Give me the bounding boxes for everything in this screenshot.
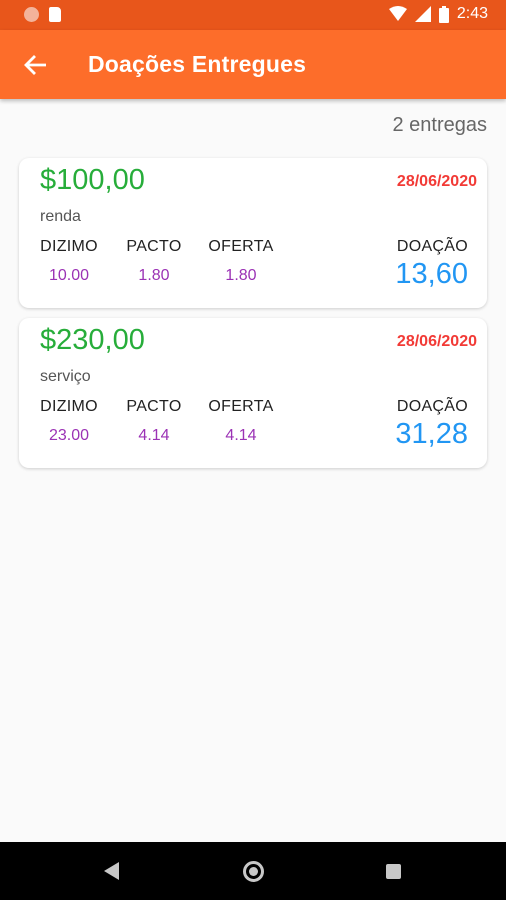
oferta-value: 4.14 (225, 427, 257, 444)
deliveries-count: 2 entregas (392, 114, 487, 136)
status-bar: 2:43 (0, 0, 506, 30)
oferta-value: 1.80 (225, 267, 257, 284)
notification-dot-icon (24, 7, 39, 22)
pacto-value: 4.14 (138, 427, 170, 444)
donation-date: 28/06/2020 (396, 333, 477, 350)
pacto-column: PACTO 4.14 (126, 398, 182, 445)
nav-back-icon[interactable] (104, 862, 119, 880)
donation-category: serviço (40, 368, 91, 385)
doacao-value: 31,28 (395, 418, 468, 450)
system-nav-bar (0, 842, 506, 900)
pacto-value: 1.80 (138, 267, 170, 284)
status-time: 2:43 (456, 5, 488, 22)
page-title: Doações Entregues (88, 51, 307, 77)
doacao-column: DOAÇÃO 31,28 (395, 398, 468, 451)
donation-amount: $230,00 (40, 324, 145, 356)
donation-category: renda (40, 208, 81, 225)
oferta-column: OFERTA 4.14 (208, 398, 274, 445)
donation-card[interactable]: $230,00 28/06/2020 serviço DIZIMO 23.00 … (19, 318, 487, 468)
dizimo-value: 10.00 (48, 267, 90, 284)
dizimo-label: DIZIMO (40, 398, 98, 415)
pacto-column: PACTO 1.80 (126, 238, 182, 285)
dizimo-column: DIZIMO 23.00 (40, 398, 98, 445)
battery-icon (438, 5, 449, 23)
nav-home-icon[interactable] (243, 861, 264, 882)
doacao-label: DOAÇÃO (396, 238, 468, 255)
signal-icon (414, 6, 431, 22)
pacto-label: PACTO (126, 238, 182, 255)
app-bar: Doações Entregues (0, 30, 506, 99)
doacao-column: DOAÇÃO 13,60 (395, 238, 468, 291)
oferta-label: OFERTA (208, 238, 274, 255)
oferta-label: OFERTA (208, 398, 274, 415)
wifi-icon (388, 6, 407, 21)
donation-amount: $100,00 (40, 164, 145, 196)
dizimo-column: DIZIMO 10.00 (40, 238, 98, 285)
donation-date: 28/06/2020 (396, 173, 477, 190)
nav-recents-icon[interactable] (386, 864, 401, 879)
doacao-label: DOAÇÃO (396, 398, 468, 415)
back-button[interactable] (20, 50, 50, 80)
sd-card-icon (49, 7, 61, 22)
donation-card[interactable]: $100,00 28/06/2020 renda DIZIMO 10.00 PA… (19, 158, 487, 308)
doacao-value: 13,60 (395, 258, 468, 290)
dizimo-value: 23.00 (48, 427, 90, 444)
oferta-column: OFERTA 1.80 (208, 238, 274, 285)
dizimo-label: DIZIMO (40, 238, 98, 255)
arrow-back-icon (24, 55, 46, 75)
pacto-label: PACTO (126, 398, 182, 415)
